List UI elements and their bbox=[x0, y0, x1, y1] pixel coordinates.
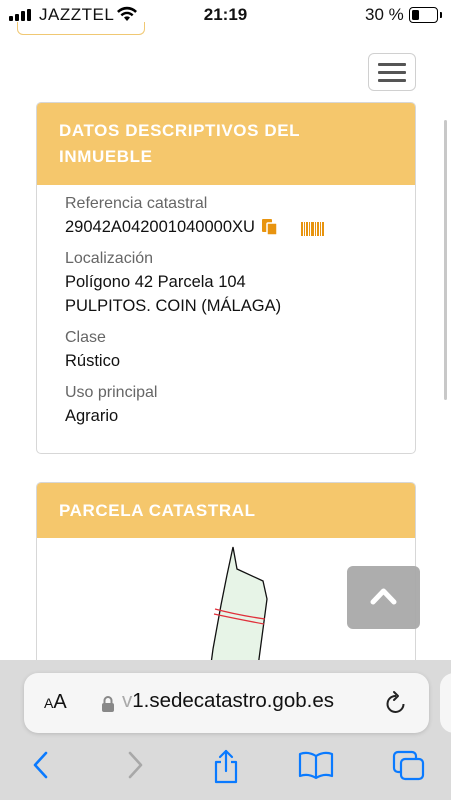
card-title: DATOS DESCRIPTIVOS DEL INMUEBLE bbox=[37, 103, 415, 185]
class-value: Rústico bbox=[65, 352, 121, 370]
cadastral-reference-label: Referencia catastral bbox=[65, 195, 208, 212]
previous-element-edge bbox=[17, 22, 145, 35]
forward-icon[interactable] bbox=[124, 750, 146, 780]
descriptive-data-card: DATOS DESCRIPTIVOS DEL INMUEBLE Referenc… bbox=[36, 102, 416, 454]
location-value-line1: Polígono 42 Parcela 104 bbox=[65, 273, 246, 291]
chevron-up-icon bbox=[370, 588, 397, 605]
tabs-icon[interactable] bbox=[392, 750, 426, 782]
battery-icon bbox=[409, 7, 442, 23]
class-label: Clase bbox=[65, 329, 106, 346]
barcode-icon[interactable] bbox=[300, 218, 324, 236]
cadastral-reference-value: 29042A042001040000XU bbox=[65, 218, 255, 236]
menu-button[interactable] bbox=[368, 53, 416, 91]
location-value-line2: PULPITOS. COIN (MÁLAGA) bbox=[65, 297, 282, 315]
main-use-label: Uso principal bbox=[65, 384, 158, 401]
hamburger-icon bbox=[378, 63, 406, 66]
card-title: PARCELA CATASTRAL bbox=[37, 483, 415, 538]
reload-icon[interactable] bbox=[384, 690, 408, 716]
location-label: Localización bbox=[65, 250, 154, 267]
copy-icon[interactable] bbox=[261, 218, 279, 236]
page-scrollbar[interactable] bbox=[444, 120, 447, 400]
browser-toolbar: AA v1.sedecatastro.gob.es bbox=[0, 660, 451, 800]
text-size-button[interactable]: AA bbox=[44, 691, 67, 714]
bookmarks-icon[interactable] bbox=[298, 750, 334, 780]
share-icon[interactable] bbox=[211, 748, 241, 784]
url-text[interactable]: v1.sedecatastro.gob.es bbox=[122, 689, 334, 713]
scroll-to-top-button[interactable] bbox=[347, 566, 420, 629]
lock-icon bbox=[102, 696, 114, 712]
main-use-value: Agrario bbox=[65, 407, 119, 425]
next-tab-preview[interactable] bbox=[440, 673, 451, 733]
address-bar[interactable]: AA v1.sedecatastro.gob.es bbox=[24, 673, 429, 733]
battery-percent: 30 % bbox=[365, 5, 404, 24]
back-icon[interactable] bbox=[30, 750, 52, 780]
